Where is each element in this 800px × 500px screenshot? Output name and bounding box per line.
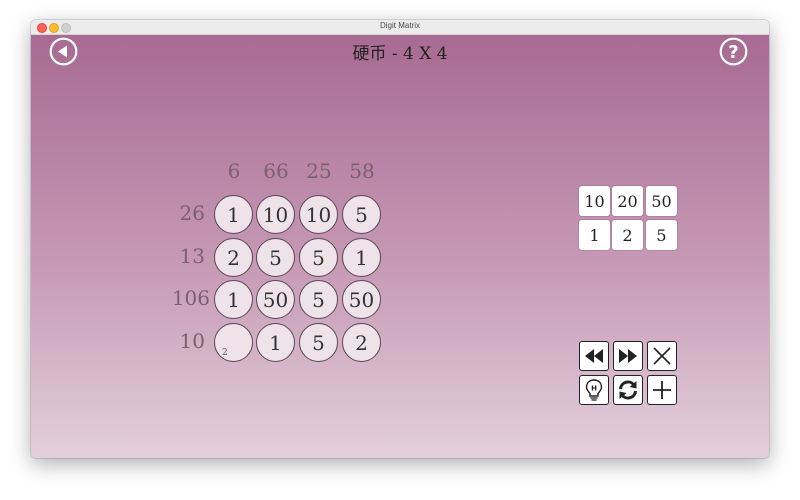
grid-cell[interactable]: 1 [342,238,381,277]
row-clue: 26 [179,201,205,225]
window-title: Digit Matrix [379,21,420,30]
page-title: 硬币 - 4 X 4 [352,44,448,64]
cell-value: 1 [227,202,240,227]
svg-text:?: ? [728,42,738,63]
cell-pencil-note: 2 [222,348,228,358]
grid-cell[interactable]: 50 [256,280,295,319]
grid-cell[interactable]: 5 [342,195,381,234]
cell-value: 5 [355,202,368,227]
cell-value: 5 [312,245,325,270]
palette-button[interactable]: 50 [646,186,677,216]
title-bar: Digit Matrix [31,20,769,35]
grid-cell[interactable]: 5 [256,238,295,277]
help-button[interactable]: ? [719,37,748,66]
grid-cell[interactable]: 2 [214,323,253,362]
cell-value: 1 [227,287,240,312]
rewind-button[interactable] [579,341,609,371]
close-x-icon [653,347,671,365]
question-mark-icon: ? [719,37,748,66]
grid-cell[interactable]: 1 [214,195,253,234]
grid-cell[interactable]: 2 [342,323,381,362]
grid-cell[interactable]: 10 [256,195,295,234]
refresh-icon [619,380,637,400]
cell-value: 1 [269,330,282,355]
cell-value: 1 [355,245,368,270]
plus-icon [653,381,671,399]
palette-button[interactable]: 10 [579,186,610,216]
add-button[interactable] [647,375,677,405]
column-clue: 58 [349,159,375,183]
cell-value: 50 [262,287,289,312]
palette-button[interactable]: 20 [612,186,643,216]
grid-cell[interactable]: 1 [256,323,295,362]
cell-value: 50 [348,287,375,312]
cell-value: 10 [262,202,289,227]
grid-cell[interactable]: 2 [214,238,253,277]
palette-button[interactable]: 1 [579,220,610,250]
cell-value: 5 [269,245,282,270]
lightbulb-hint-icon: H [585,379,603,401]
row-clue: 13 [179,244,205,268]
palette-button[interactable]: 2 [612,220,643,250]
grid-cell[interactable]: 5 [299,323,338,362]
fast-forward-icon [619,349,637,363]
grid-cell[interactable]: 5 [299,280,338,319]
rewind-icon [585,349,603,363]
row-clue: 106 [171,286,210,310]
cell-value: 10 [305,202,332,227]
clear-button[interactable] [647,341,677,371]
restart-button[interactable] [613,375,643,405]
fast-forward-button[interactable] [613,341,643,371]
grid-cell[interactable]: 50 [342,280,381,319]
grid-cell[interactable]: 10 [299,195,338,234]
column-clue: 66 [263,159,289,183]
cell-value: 2 [355,330,368,355]
hint-button[interactable]: H [579,375,609,405]
column-clue: 25 [306,159,332,183]
cell-value: 5 [312,287,325,312]
grid-cell[interactable]: 5 [299,238,338,277]
palette-button[interactable]: 5 [646,220,677,250]
svg-text:H: H [591,385,597,393]
cell-value: 5 [312,330,325,355]
grid-cell[interactable]: 1 [214,280,253,319]
app-window: Digit Matrix 硬币 - 4 X 4 ? 6 66 25 58 26 … [31,20,769,458]
row-clue: 10 [179,329,205,353]
column-clue: 6 [227,159,241,183]
game-area: 硬币 - 4 X 4 ? 6 66 25 58 26 1 10 10 5 13 … [31,35,769,458]
cell-value: 2 [227,245,240,270]
